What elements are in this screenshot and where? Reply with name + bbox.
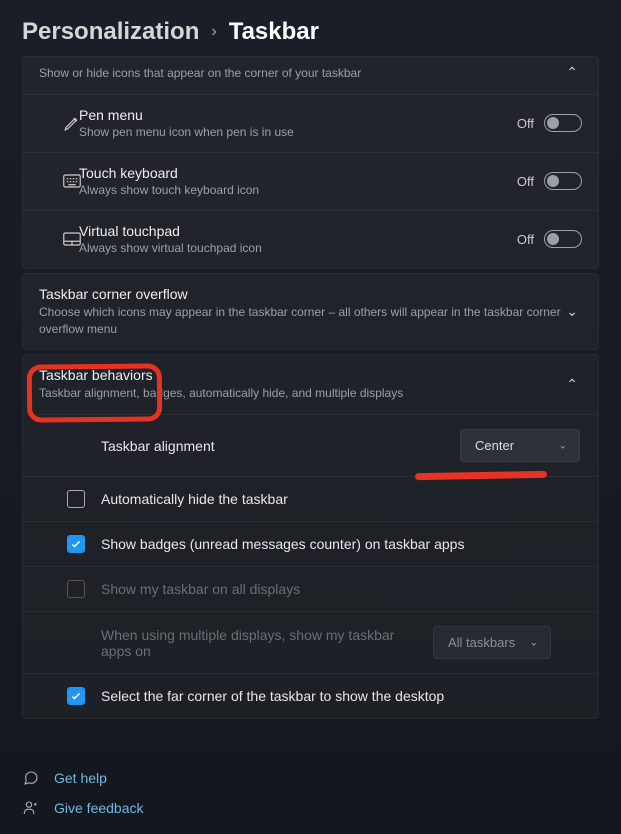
behaviors-header[interactable]: Taskbar behaviors Taskbar alignment, bad… (23, 355, 598, 414)
alignment-select[interactable]: Center ⌄ (460, 429, 580, 462)
breadcrumb-parent[interactable]: Personalization (22, 18, 199, 46)
get-help-label: Get help (54, 770, 107, 786)
pen-menu-toggle[interactable] (544, 114, 582, 132)
get-help-link[interactable]: Get help (22, 770, 144, 786)
multi-select: All taskbars ⌄ (433, 626, 551, 659)
pen-menu-sub: Show pen menu icon when pen is in use (79, 125, 503, 139)
row-far-corner[interactable]: Select the far corner of the taskbar to … (23, 673, 598, 718)
keyboard-icon (61, 174, 83, 188)
row-touch-keyboard: Touch keyboard Always show touch keyboar… (23, 152, 598, 210)
touch-keyboard-title: Touch keyboard (79, 165, 503, 181)
chevron-up-icon: ⌃ (562, 64, 582, 81)
far-corner-checkbox[interactable] (67, 687, 85, 705)
touchpad-icon (61, 232, 83, 246)
alignment-value: Center (475, 438, 514, 453)
touchpad-toggle-state: Off (517, 232, 534, 247)
row-auto-hide[interactable]: Automatically hide the taskbar (23, 476, 598, 521)
alignment-label: Taskbar alignment (101, 438, 448, 454)
chevron-up-icon: ⌃ (562, 376, 582, 393)
row-all-displays: Show my taskbar on all displays (23, 566, 598, 611)
breadcrumb: Personalization › Taskbar (0, 0, 621, 56)
chevron-down-icon: ⌄ (530, 637, 538, 648)
behaviors-title: Taskbar behaviors (39, 367, 562, 383)
pen-toggle-state: Off (517, 116, 534, 131)
section-corner-overflow[interactable]: Taskbar corner overflow Choose which ico… (22, 273, 599, 351)
feedback-icon (22, 800, 40, 816)
row-virtual-touchpad: Virtual touchpad Always show virtual tou… (23, 210, 598, 268)
row-taskbar-alignment: Taskbar alignment Center ⌄ (23, 414, 598, 476)
all-displays-checkbox (67, 580, 85, 598)
breadcrumb-current: Taskbar (229, 18, 319, 46)
chevron-down-icon: ⌄ (559, 440, 567, 451)
give-feedback-label: Give feedback (54, 800, 144, 816)
far-corner-label: Select the far corner of the taskbar to … (101, 688, 580, 704)
corner-overflow-header[interactable]: Taskbar corner overflow Choose which ico… (23, 274, 598, 350)
chevron-right-icon: › (211, 23, 216, 41)
touch-keyboard-toggle[interactable] (544, 172, 582, 190)
section-taskbar-behaviors: Taskbar behaviors Taskbar alignment, bad… (22, 354, 599, 719)
give-feedback-link[interactable]: Give feedback (22, 800, 144, 816)
virtual-touchpad-toggle[interactable] (544, 230, 582, 248)
multi-label: When using multiple displays, show my ta… (101, 627, 421, 659)
row-multi-display-apps: When using multiple displays, show my ta… (23, 611, 598, 673)
row-pen-menu: Pen menu Show pen menu icon when pen is … (23, 94, 598, 152)
section-corner-icons: Show or hide icons that appear on the co… (22, 56, 599, 269)
row-show-badges[interactable]: Show badges (unread messages counter) on… (23, 521, 598, 566)
virtual-touchpad-sub: Always show virtual touchpad icon (79, 241, 503, 255)
touch-keyboard-sub: Always show touch keyboard icon (79, 183, 503, 197)
pen-icon (61, 114, 83, 132)
badges-checkbox[interactable] (67, 535, 85, 553)
virtual-touchpad-title: Virtual touchpad (79, 223, 503, 239)
corner-icons-header[interactable]: Show or hide icons that appear on the co… (23, 57, 598, 94)
all-displays-label: Show my taskbar on all displays (101, 581, 580, 597)
touch-toggle-state: Off (517, 174, 534, 189)
overflow-sub: Choose which icons may appear in the tas… (39, 304, 562, 338)
auto-hide-label: Automatically hide the taskbar (101, 491, 580, 507)
chevron-down-icon: ⌄ (562, 303, 582, 320)
badges-label: Show badges (unread messages counter) on… (101, 536, 580, 552)
multi-value: All taskbars (448, 635, 515, 650)
corner-icons-subtitle: Show or hide icons that appear on the co… (39, 65, 562, 82)
help-icon (22, 770, 40, 786)
footer-links: Get help Give feedback (22, 770, 144, 816)
behaviors-sub: Taskbar alignment, badges, automatically… (39, 385, 562, 402)
overflow-title: Taskbar corner overflow (39, 286, 562, 302)
auto-hide-checkbox[interactable] (67, 490, 85, 508)
pen-menu-title: Pen menu (79, 107, 503, 123)
